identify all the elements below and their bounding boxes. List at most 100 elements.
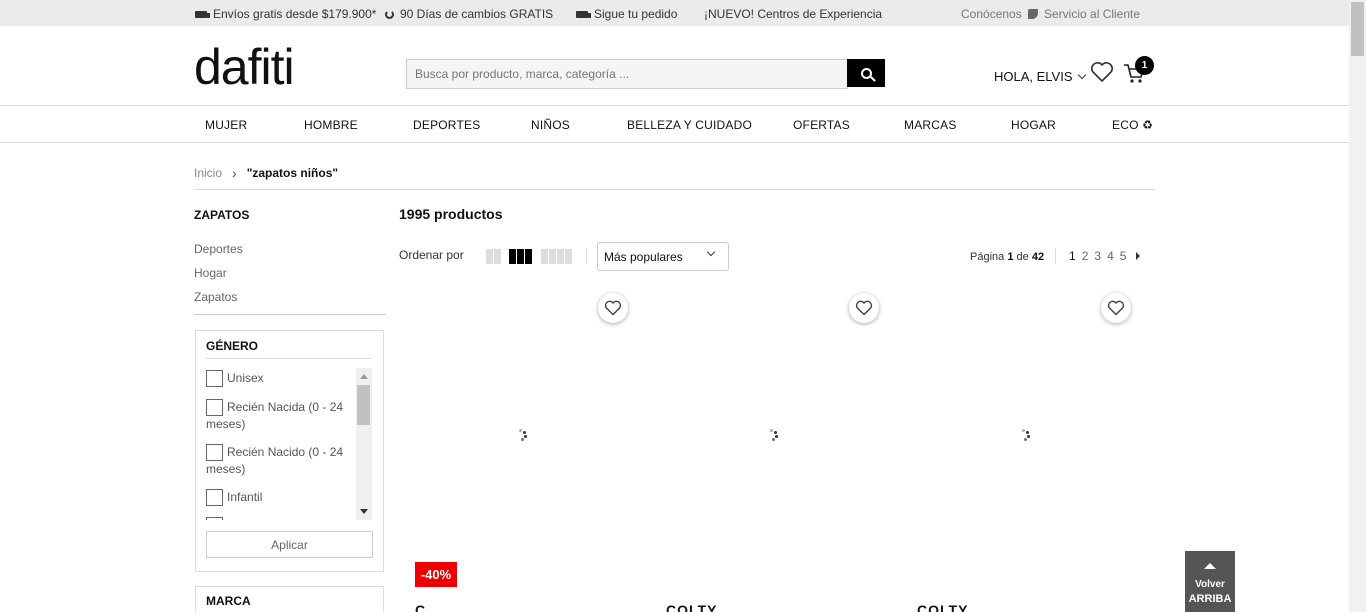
back-to-top-button[interactable]: Volver ARRIBA: [1185, 551, 1235, 612]
page-current: 1: [1007, 251, 1014, 263]
dafiti-logo[interactable]: dafiti: [194, 42, 295, 92]
sort-value: Más populares: [604, 250, 683, 264]
discount-badge: -40%: [415, 562, 457, 587]
search-input[interactable]: [406, 59, 848, 89]
cart-count-badge: 1: [1135, 56, 1154, 75]
brand-filter-title: MARCA: [206, 594, 251, 608]
search-icon: [860, 67, 872, 79]
gender-filter: GÉNERO Unisex Recién Nacida (0 - 24 mese…: [195, 330, 384, 572]
page-link-3[interactable]: 3: [1094, 249, 1101, 263]
category-title: ZAPATOS: [194, 208, 250, 222]
chevron-down-icon: [706, 247, 716, 257]
page-scrollbar[interactable]: [1349, 0, 1366, 612]
page-label: Página: [970, 251, 1005, 263]
greeting-label: HOLA, ELVIS: [994, 69, 1073, 84]
product-brand[interactable]: C: [415, 602, 426, 612]
exchange-icon: [385, 9, 394, 19]
scroll-down-icon[interactable]: [360, 509, 368, 514]
favorite-button[interactable]: [1101, 293, 1131, 323]
sort-label: Ordenar por: [399, 248, 464, 262]
gender-option-recien-nacida[interactable]: Recién Nacida (0 - 24 meses): [206, 399, 351, 432]
nav-item-ninos[interactable]: NIÑOS: [531, 118, 570, 132]
wishlist-heart-icon[interactable]: [1090, 61, 1114, 83]
main-nav: MUJER HOMBRE DEPORTES NIÑOS BELLEZA Y CU…: [0, 105, 1349, 143]
scroll-thumb[interactable]: [357, 385, 370, 425]
option-label: Recién Nacida (0 - 24 meses): [206, 400, 344, 432]
page-of: de: [1016, 251, 1029, 263]
nav-item-ofertas[interactable]: OFERTAS: [793, 118, 850, 132]
loading-spinner-icon: [1022, 429, 1032, 441]
nav-item-hogar[interactable]: HOGAR: [1011, 118, 1056, 132]
promo-experience-centers[interactable]: ¡NUEVO! Centros de Experiencia: [704, 7, 882, 21]
breadcrumb-home[interactable]: Inicio: [194, 166, 222, 180]
page-link-2[interactable]: 2: [1082, 249, 1089, 263]
divider: [194, 314, 386, 315]
option-label: Unisex: [227, 371, 264, 385]
grid-4-cols-icon[interactable]: [541, 249, 572, 264]
filter-scrollbar[interactable]: [356, 368, 372, 520]
brand-filter: MARCA: [195, 586, 384, 612]
nav-item-eco[interactable]: ECO ♻: [1112, 118, 1153, 132]
loading-spinner-icon: [770, 429, 780, 441]
back-to-top-line1: Volver: [1195, 579, 1225, 590]
nav-item-mujer[interactable]: MUJER: [205, 118, 247, 132]
promo-free-shipping[interactable]: Envíos gratis desde $179.900*: [195, 7, 376, 21]
truck-icon: [576, 10, 591, 18]
checkbox[interactable]: [206, 370, 223, 388]
heart-icon: [604, 300, 622, 316]
divider: [586, 248, 587, 264]
breadcrumb: Inicio › "zapatos niños": [194, 165, 338, 181]
phone-icon: [1028, 9, 1038, 19]
divider: [1055, 248, 1056, 264]
grid-2-cols-icon[interactable]: [486, 249, 501, 264]
about-link[interactable]: Conócenos: [961, 7, 1022, 21]
arrow-up-icon: [1204, 563, 1216, 569]
gender-filter-title: GÉNERO: [206, 339, 259, 353]
gender-option-unisex[interactable]: Unisex: [206, 370, 351, 388]
checkbox[interactable]: [206, 489, 223, 507]
nav-item-deportes[interactable]: DEPORTES: [413, 118, 480, 132]
category-link-hogar[interactable]: Hogar: [194, 266, 227, 280]
checkbox[interactable]: [206, 444, 223, 462]
apply-filter-button[interactable]: Aplicar: [206, 531, 373, 558]
page-link-1[interactable]: 1: [1069, 249, 1076, 263]
promo-track-order[interactable]: Sigue tu pedido: [576, 7, 677, 21]
gender-option-recien-nacido[interactable]: Recién Nacido (0 - 24 meses): [206, 444, 351, 477]
nav-item-hombre[interactable]: HOMBRE: [304, 118, 358, 132]
nav-item-marcas[interactable]: MARCAS: [904, 118, 957, 132]
customer-service-link[interactable]: Servicio al Cliente: [1028, 7, 1140, 21]
checkbox: [206, 517, 223, 520]
nav-item-belleza[interactable]: BELLEZA Y CUIDADO: [627, 118, 752, 132]
divider: [206, 358, 372, 359]
scroll-up-icon[interactable]: [360, 374, 368, 379]
favorite-button[interactable]: [598, 293, 628, 323]
search-button[interactable]: [847, 59, 885, 87]
promo-text: 90 Días de cambios GRATIS: [400, 7, 554, 21]
product-brand[interactable]: COLTY: [666, 602, 717, 612]
category-link-zapatos[interactable]: Zapatos: [194, 290, 237, 304]
page-info: Página 1 de 42: [970, 251, 1044, 263]
page-total: 42: [1031, 251, 1045, 263]
pagination: 1 2 3 4 5: [1069, 249, 1141, 263]
product-brand[interactable]: COLTY: [917, 602, 968, 612]
sort-select[interactable]: Más populares: [597, 242, 729, 271]
truck-icon: [195, 10, 210, 18]
divider: [194, 189, 1155, 190]
page-link-5[interactable]: 5: [1120, 249, 1127, 263]
promo-exchanges[interactable]: 90 Días de cambios GRATIS: [385, 7, 553, 21]
heart-icon: [1107, 300, 1125, 316]
account-menu[interactable]: HOLA, ELVIS: [994, 69, 1086, 84]
breadcrumb-separator: ›: [232, 165, 237, 181]
page-scroll-thumb[interactable]: [1351, 2, 1364, 56]
top-promo-bar: Envíos gratis desde $179.900* 90 Días de…: [0, 0, 1349, 26]
category-link-deportes[interactable]: Deportes: [194, 242, 243, 256]
breadcrumb-current: "zapatos niños": [246, 166, 339, 180]
grid-3-cols-icon[interactable]: [509, 249, 532, 264]
results-count: 1995 productos: [399, 206, 503, 222]
next-page-icon[interactable]: [1136, 252, 1141, 260]
gender-option-infantil[interactable]: Infantil: [206, 489, 351, 507]
promo-text: Envíos gratis desde $179.900*: [213, 7, 377, 21]
page-link-4[interactable]: 4: [1107, 249, 1114, 263]
checkbox[interactable]: [206, 399, 223, 417]
favorite-button[interactable]: [849, 293, 879, 323]
